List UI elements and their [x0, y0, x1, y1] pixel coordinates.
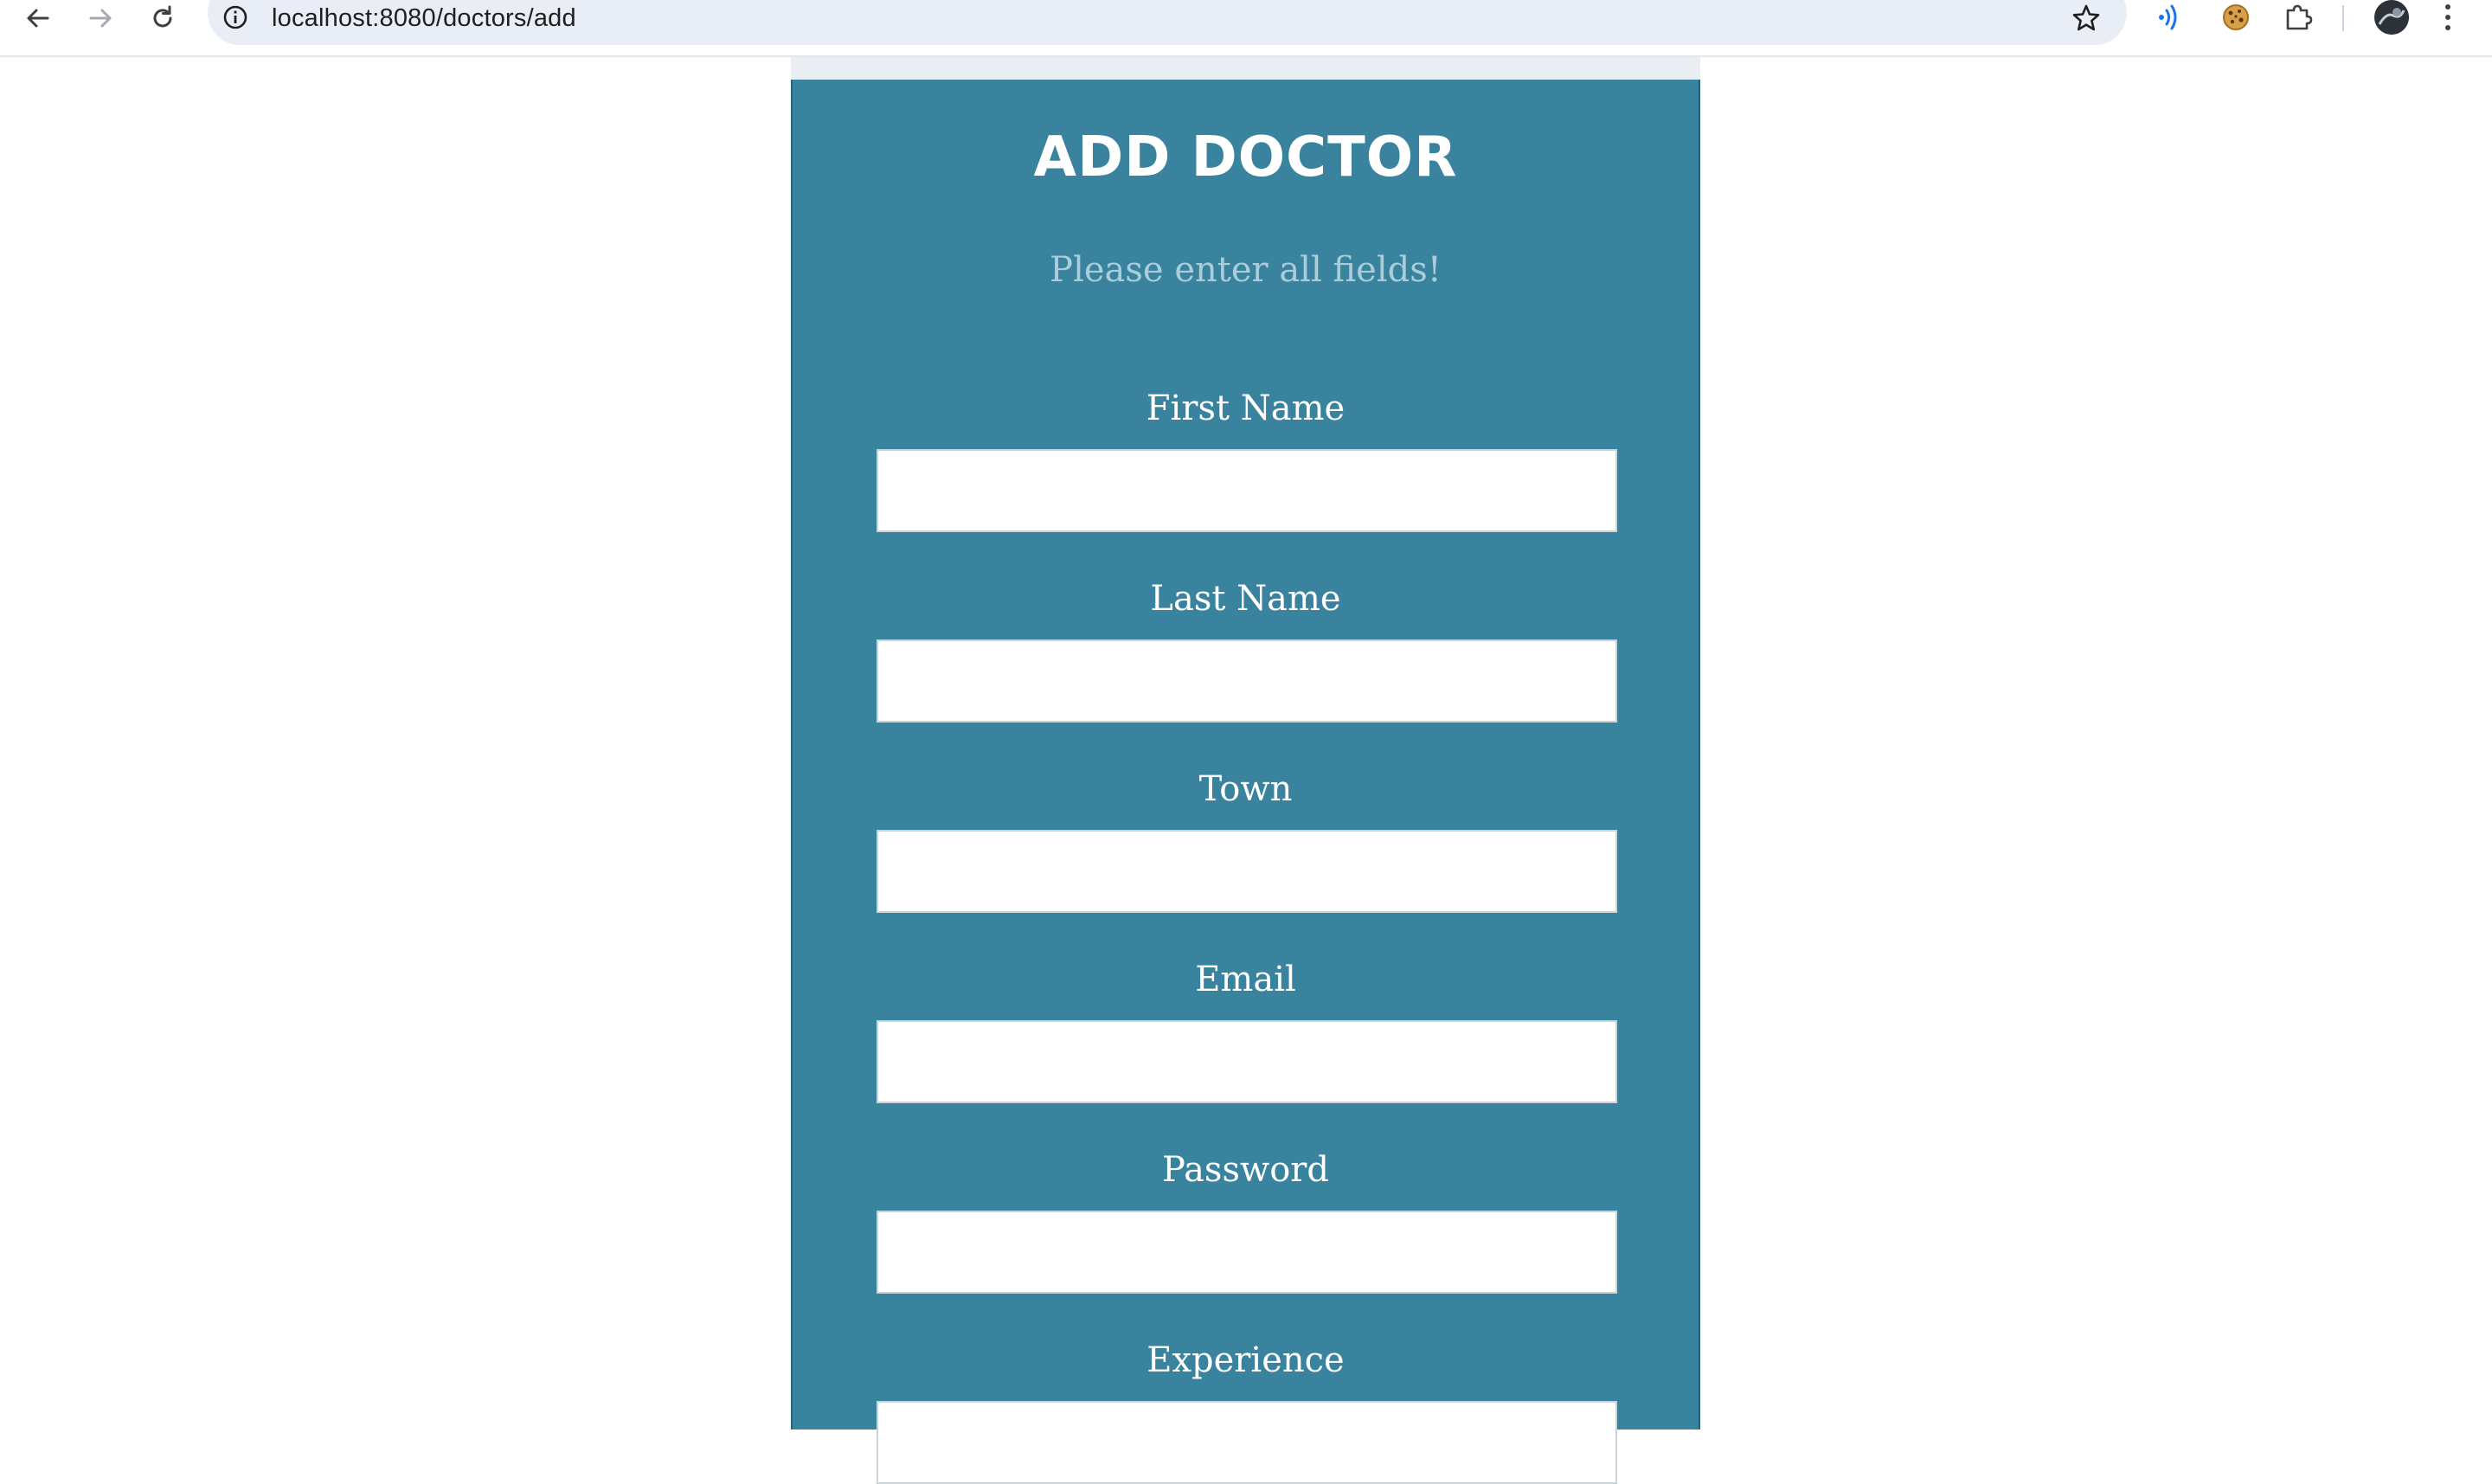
arrow-right-icon [89, 9, 112, 28]
experience-input[interactable] [877, 1401, 1617, 1484]
town-input[interactable] [877, 830, 1617, 913]
last-name-label: Last Name [1150, 579, 1341, 619]
avatar[interactable] [2374, 0, 2409, 35]
form-title: ADD DOCTOR [1033, 125, 1458, 190]
add-doctor-form: ADD DOCTOR Please enter all fields! Firs… [791, 80, 1700, 1484]
info-icon[interactable] [222, 3, 249, 31]
star-icon[interactable] [2071, 3, 2102, 34]
cookie-icon[interactable] [2220, 2, 2251, 33]
back-button[interactable] [14, 0, 62, 36]
kebab-menu-icon[interactable] [2442, 3, 2454, 31]
puzzle-piece-icon[interactable] [2283, 2, 2314, 33]
password-label: Password [1161, 1150, 1330, 1190]
reload-icon [153, 5, 172, 28]
town-label: Town [1198, 769, 1293, 809]
browser-toolbar: localhost:8080/doctors/add [0, 0, 2492, 57]
reload-button[interactable] [138, 0, 187, 36]
last-name-input[interactable] [877, 639, 1617, 723]
email-input[interactable] [877, 1020, 1617, 1103]
first-name-input[interactable] [877, 449, 1617, 532]
password-input[interactable] [877, 1211, 1617, 1294]
url-text[interactable]: localhost:8080/doctors/add [272, 2, 576, 35]
read-aloud-icon[interactable] [2155, 2, 2186, 33]
forward-button[interactable] [76, 0, 125, 36]
page-content: ADD DOCTOR Please enter all fields! Firs… [0, 57, 2492, 1484]
header-strip [791, 57, 1700, 80]
toolbar-divider [2342, 5, 2344, 31]
experience-label: Experience [1146, 1340, 1345, 1380]
profile-photo-icon [2374, 0, 2409, 35]
email-label: Email [1195, 960, 1296, 999]
arrow-left-icon [27, 9, 49, 28]
first-name-label: First Name [1146, 389, 1346, 428]
form-subtitle: Please enter all fields! [1050, 250, 1442, 290]
